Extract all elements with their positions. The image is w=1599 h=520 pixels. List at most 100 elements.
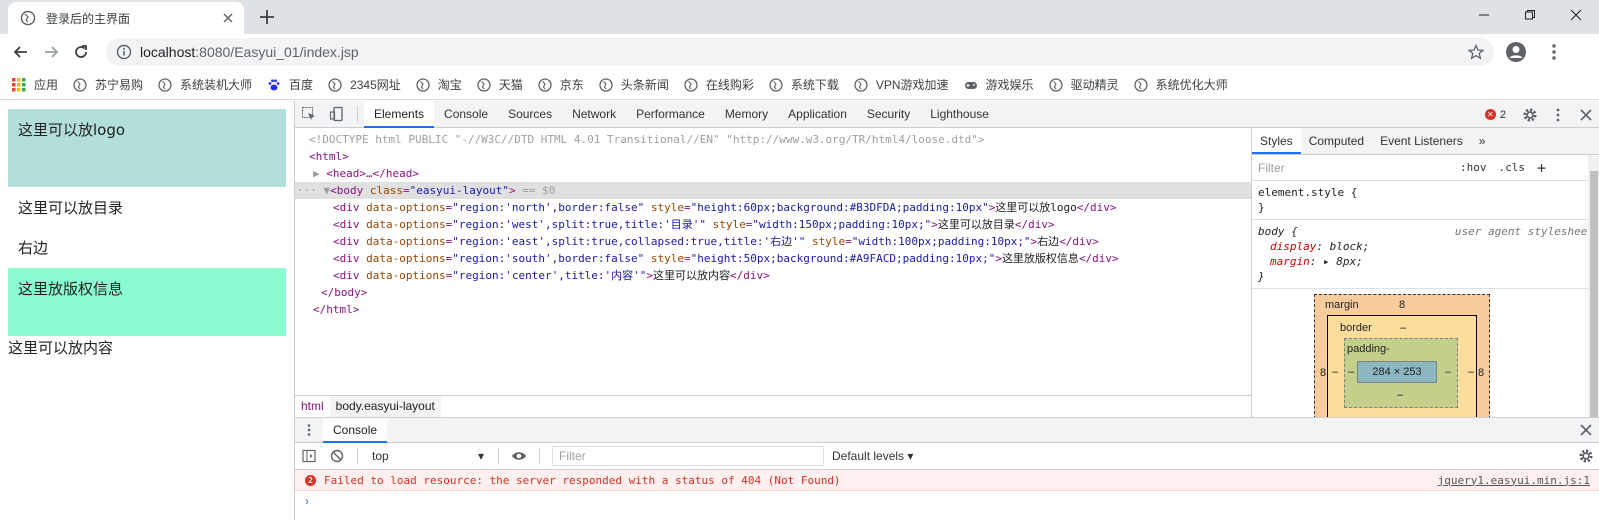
drawer-menu-icon[interactable] (295, 417, 323, 444)
bookmark-item[interactable]: 系统装机大师 (158, 76, 252, 93)
reload-icon[interactable] (66, 37, 96, 67)
doctype-node[interactable]: <!DOCTYPE html PUBLIC "-//W3C//DTD HTML … (295, 131, 1251, 148)
close-icon[interactable] (220, 10, 236, 26)
devtools-menu-icon[interactable] (1544, 101, 1572, 128)
bookmark-item[interactable]: 苏宁易购 (73, 76, 143, 93)
div-region-node[interactable]: <div data-options="region:'center',title… (295, 267, 1251, 284)
clear-console-icon[interactable] (323, 443, 351, 470)
console-prompt[interactable]: › (295, 491, 1599, 511)
tab-styles[interactable]: Styles (1252, 128, 1301, 154)
tab-console[interactable]: Console (434, 101, 498, 128)
new-rule-plus-icon[interactable]: + (1537, 159, 1546, 177)
drawer-close-icon[interactable] (1572, 417, 1599, 444)
gamepad-icon (964, 81, 977, 89)
info-icon[interactable] (116, 44, 132, 60)
console-filter-input[interactable]: Filter (552, 446, 824, 466)
head-node[interactable]: ▶ <head>…</head> (295, 165, 1251, 182)
bookmark-item[interactable]: 在线购彩 (684, 76, 754, 93)
tab-security[interactable]: Security (857, 101, 920, 128)
tab-memory[interactable]: Memory (715, 101, 778, 128)
context-selector[interactable]: top ▾ (364, 449, 492, 463)
devtools-close-icon[interactable] (1572, 101, 1599, 128)
dom-breadcrumb: html body.easyui-layout (295, 395, 1251, 417)
globe-icon (328, 77, 342, 92)
tab-performance[interactable]: Performance (626, 101, 715, 128)
body-ua-rule[interactable]: body {user agent stylesheet display: blo… (1252, 220, 1599, 289)
body-close-node[interactable]: </body> (295, 284, 1251, 301)
window-close-icon[interactable] (1553, 0, 1599, 30)
browser-menu-icon[interactable] (1544, 42, 1564, 62)
error-source-link[interactable]: jquery1.easyui.min.js:1 (1438, 474, 1590, 487)
tab-event-listeners[interactable]: Event Listeners (1372, 128, 1471, 154)
address-bar[interactable]: localhost:8080/Easyui_01/index.jsp (106, 38, 1494, 66)
html-close-node[interactable]: </html> (295, 301, 1251, 318)
globe-icon (538, 77, 552, 92)
bookmark-item[interactable]: 京东 (538, 76, 584, 93)
log-levels-dropdown[interactable]: Default levels ▾ (832, 449, 913, 463)
devtools-tab-list: Elements Console Sources Network Performance… (364, 100, 999, 128)
live-expression-eye-icon[interactable] (505, 443, 533, 470)
bookmark-item[interactable]: 应用 (12, 76, 58, 93)
bookmark-item[interactable]: 驱动精灵 (1048, 76, 1119, 93)
settings-gear-icon[interactable] (1516, 101, 1544, 128)
html-node[interactable]: <html> (295, 148, 1251, 165)
tab-lighthouse[interactable]: Lighthouse (920, 101, 999, 128)
globe-icon (158, 77, 172, 92)
bookmark-item[interactable]: 头条新闻 (599, 76, 669, 93)
styles-filter-bar: Filter :hov .cls + (1252, 155, 1599, 181)
body-node[interactable]: ··· ▼<body class="easyui-layout"> == $0 (295, 182, 1251, 199)
div-region-node[interactable]: <div data-options="region:'north',border… (295, 199, 1251, 216)
globe-icon (769, 77, 783, 92)
div-region-node[interactable]: <div data-options="region:'east',split:t… (295, 233, 1251, 250)
bookmark-item[interactable]: 淘宝 (416, 76, 462, 93)
profile-avatar-icon[interactable] (1504, 40, 1528, 64)
bookmark-item[interactable]: 系统下载 (769, 76, 839, 93)
bookmark-item[interactable]: 2345网址 (328, 76, 401, 93)
devtools-right-controls: ✕ 2 (1484, 101, 1599, 128)
tab-elements[interactable]: Elements (364, 100, 435, 128)
bookmark-item[interactable]: 百度 (267, 76, 313, 93)
hov-toggle[interactable]: :hov (1460, 161, 1487, 174)
cls-toggle[interactable]: .cls (1499, 161, 1526, 174)
console-settings-gear-icon[interactable] (1572, 443, 1599, 470)
expand-triangle-icon[interactable]: ▶ (313, 167, 326, 180)
inspect-element-icon[interactable] (295, 101, 323, 128)
tab-network[interactable]: Network (562, 101, 626, 128)
elements-tree: <!DOCTYPE html PUBLIC "-//W3C//DTD HTML … (295, 129, 1251, 395)
forward-arrow-icon[interactable] (36, 37, 66, 67)
element-style-rule[interactable]: element.style { } (1252, 181, 1599, 220)
sidebar-toggle-icon[interactable] (295, 443, 323, 470)
tab-strip: 登录后的主界面 (0, 0, 1599, 34)
tab-application[interactable]: Application (778, 101, 857, 128)
bookmark-item[interactable]: 游戏娱乐 (964, 76, 1034, 93)
browser-tab[interactable]: 登录后的主界面 (8, 2, 244, 34)
globe-icon (20, 10, 36, 26)
bookmark-item[interactable]: 天猫 (477, 76, 523, 93)
bookmark-item[interactable]: 系统优化大师 (1133, 76, 1228, 93)
south-region: 这里放版权信息 (8, 268, 286, 336)
div-region-node[interactable]: <div data-options="region:'west',split:t… (295, 216, 1251, 233)
breadcrumb-html[interactable]: html (295, 396, 330, 417)
url-host: localhost (140, 44, 196, 60)
restore-icon[interactable] (1507, 0, 1553, 30)
styles-scrollbar[interactable] (1588, 155, 1599, 417)
div-region-node[interactable]: <div data-options="region:'south',border… (295, 250, 1251, 267)
minimize-icon[interactable] (1461, 0, 1507, 30)
new-tab-plus-icon[interactable] (256, 6, 278, 28)
breadcrumb-body[interactable]: body.easyui-layout (329, 396, 441, 417)
device-toggle-icon[interactable] (323, 101, 351, 128)
globe-icon (416, 77, 430, 92)
drawer-tab-console[interactable]: Console (323, 417, 388, 443)
bookmark-item[interactable]: VPN游戏加速 (854, 76, 949, 93)
back-arrow-icon[interactable] (6, 37, 36, 67)
tab-computed[interactable]: Computed (1301, 128, 1372, 154)
error-count-badge[interactable]: ✕ 2 (1484, 109, 1506, 121)
scroll-thumb[interactable] (1590, 171, 1598, 417)
tab-sources[interactable]: Sources (498, 101, 562, 128)
globe-icon (73, 77, 87, 92)
more-tabs-chevron-icon[interactable]: » (1471, 128, 1494, 154)
bookmark-star-icon[interactable] (1468, 44, 1484, 60)
page-viewport: 这里可以放logo 这里可以放目录 右边 这里放版权信息 这里可以放内容 (0, 101, 294, 520)
globe-icon (599, 77, 613, 92)
styles-filter-input[interactable]: Filter (1258, 161, 1448, 175)
